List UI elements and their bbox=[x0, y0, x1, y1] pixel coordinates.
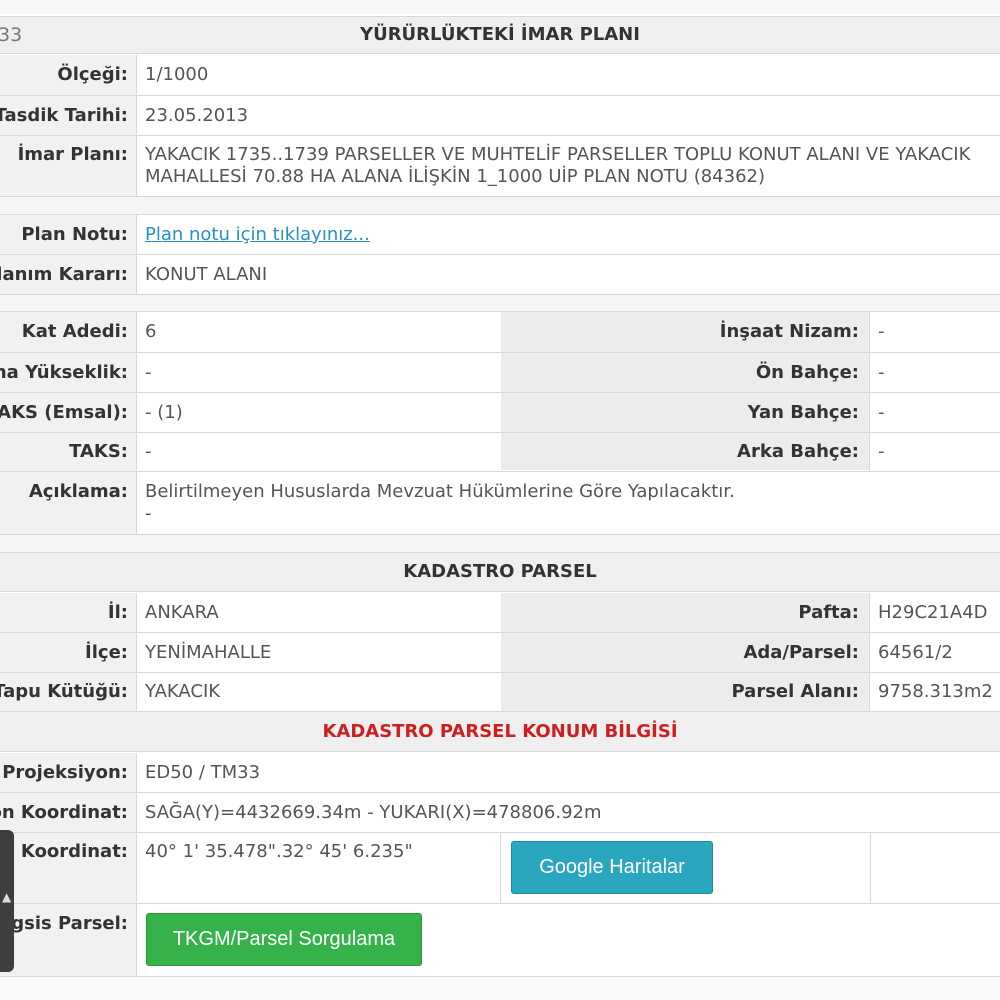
aciklama-label: Açıklama: bbox=[0, 472, 137, 534]
imar-plani-line2: MAHALLESİ 70.88 HA ALANA İLİŞKİN 1_1000 … bbox=[145, 166, 766, 187]
chevron-up-icon: ▲ bbox=[2, 890, 12, 904]
tapu-label: Tapu Kütüğü: bbox=[0, 673, 137, 711]
row-kaks: KAKS (Emsal): - (1) Yan Bahçe: - bbox=[0, 393, 1000, 432]
kaks-label: KAKS (Emsal): bbox=[0, 393, 137, 432]
plan-notu-link[interactable]: Plan notu için tıklayınız... bbox=[145, 224, 370, 245]
il-value: ANKARA bbox=[137, 593, 501, 632]
kat-label: Kat Adedi: bbox=[0, 312, 137, 352]
on-bahce-label: Ön Bahçe: bbox=[660, 353, 870, 392]
cografi-koordinat-value: 40° 1' 35.478".32° 45' 6.235" bbox=[137, 833, 501, 903]
header-code-fragment: 33 bbox=[0, 24, 23, 46]
parsel-alani-value: 9758.313m2 bbox=[870, 673, 1000, 711]
cografi-koordinat-label: Coğrafi Koordinat: bbox=[0, 833, 137, 903]
parsel-alani-label: Parsel Alanı: bbox=[660, 673, 870, 711]
imar-plani-value: YAKACIK 1735..1739 PARSELLER VE MUHTELİF… bbox=[137, 136, 1000, 196]
olcegi-value: 1/1000 bbox=[137, 55, 1000, 95]
arka-bahce-value: - bbox=[870, 433, 1000, 471]
yan-bahce-value: - bbox=[870, 393, 1000, 432]
pafta-label: Pafta: bbox=[660, 593, 870, 632]
row-ilce: İlçe: YENİMAHALLE Ada/Parsel: 64561/2 bbox=[0, 633, 1000, 672]
insaat-value: - bbox=[870, 312, 1000, 352]
imar-plani-line1: YAKACIK 1735..1739 PARSELLER VE MUHTELİF… bbox=[145, 144, 971, 165]
arka-bahce-label: Arka Bahçe: bbox=[660, 433, 870, 471]
spacer bbox=[0, 295, 1000, 312]
tasdik-value: 23.05.2013 bbox=[137, 96, 1000, 135]
kat-value: 6 bbox=[137, 312, 501, 352]
ada-parsel-value: 64561/2 bbox=[870, 633, 1000, 672]
imar-plani-label: İmar Planı: bbox=[0, 136, 137, 196]
row-tapu: Tapu Kütüğü: YAKACIK Parsel Alanı: 9758.… bbox=[0, 673, 1000, 711]
kullanim-label: Kullanım Kararı: bbox=[0, 255, 137, 294]
spacer bbox=[0, 535, 1000, 552]
row-taks: TAKS: - Arka Bahçe: - bbox=[0, 433, 1000, 471]
imar-info-panel: 33 YÜRÜRLÜKTEKİ İMAR PLANI Ölçeği: 1/100… bbox=[0, 0, 1000, 1000]
projeksiyon-value: ED50 / TM33 bbox=[137, 753, 1000, 792]
taks-value: - bbox=[137, 433, 501, 471]
imar-plan-title: YÜRÜRLÜKTEKİ İMAR PLANI bbox=[360, 24, 640, 45]
tasdik-label: Tasdik Tarihi: bbox=[0, 96, 137, 135]
olcegi-label: Ölçeği: bbox=[0, 55, 137, 95]
aciklama-value: Belirtilmeyen Hususlarda Mevzuat Hükümle… bbox=[137, 472, 1000, 534]
empty-cell bbox=[870, 833, 1000, 903]
proj-koordinat-value: SAĞA(Y)=4432669.34m - YUKARI(X)=478806.9… bbox=[137, 793, 1000, 832]
proj-koordinat-label: Projeksiyon Koordinat: bbox=[0, 793, 137, 832]
aciklama-line2: - bbox=[145, 503, 152, 524]
taks-label: TAKS: bbox=[0, 433, 137, 471]
row-projeksiyon: Projeksiyon: ED50 / TM33 bbox=[0, 753, 1000, 792]
il-label: İl: bbox=[0, 593, 137, 632]
yan-bahce-label: Yan Bahçe: bbox=[660, 393, 870, 432]
insaat-label: İnşaat Nizam: bbox=[660, 312, 870, 352]
yukseklik-label: Bina Yükseklik: bbox=[0, 353, 137, 392]
aciklama-line1: Belirtilmeyen Hususlarda Mevzuat Hükümle… bbox=[145, 481, 735, 502]
row-tasdik: Tasdik Tarihi: 23.05.2013 bbox=[0, 96, 1000, 135]
projeksiyon-label: Projeksiyon: bbox=[0, 753, 137, 792]
imar-plan-header: 33 YÜRÜRLÜKTEKİ İMAR PLANI bbox=[0, 16, 1000, 54]
row-yukseklik: Bina Yükseklik: - Ön Bahçe: - bbox=[0, 353, 1000, 392]
row-kullanim: Kullanım Kararı: KONUT ALANI bbox=[0, 255, 1000, 294]
tkgm-label: Tkgm Megsis Parsel: bbox=[0, 904, 137, 976]
konum-header: KADASTRO PARSEL KONUM BİLGİSİ bbox=[0, 711, 1000, 752]
kullanim-value: KONUT ALANI bbox=[137, 255, 1000, 294]
google-maps-button[interactable]: Google Haritalar bbox=[511, 841, 713, 894]
kadastro-header: KADASTRO PARSEL bbox=[0, 552, 1000, 592]
top-strip bbox=[0, 0, 1000, 14]
pafta-value: H29C21A4D bbox=[870, 593, 1000, 632]
kaks-value: - (1) bbox=[137, 393, 501, 432]
tkgm-parsel-sorgulama-button[interactable]: TKGM/Parsel Sorgulama bbox=[146, 913, 422, 966]
ilce-value: YENİMAHALLE bbox=[137, 633, 501, 672]
row-aciklama: Açıklama: Belirtilmeyen Hususlarda Mevzu… bbox=[0, 472, 1000, 534]
row-proj-koordinat: Projeksiyon Koordinat: SAĞA(Y)=4432669.3… bbox=[0, 793, 1000, 832]
row-cografi-koordinat: Coğrafi Koordinat: 40° 1' 35.478".32° 45… bbox=[0, 833, 1000, 903]
on-bahce-value: - bbox=[870, 353, 1000, 392]
spacer bbox=[0, 197, 1000, 215]
yukseklik-value: - bbox=[137, 353, 501, 392]
side-scroll-tab[interactable]: ▲ bbox=[0, 830, 14, 972]
ada-parsel-label: Ada/Parsel: bbox=[660, 633, 870, 672]
bottom-spacer bbox=[0, 977, 1000, 1000]
tapu-value: YAKACIK bbox=[137, 673, 501, 711]
plan-notu-label: Plan Notu: bbox=[0, 215, 137, 254]
row-kat: Kat Adedi: 6 İnşaat Nizam: - bbox=[0, 312, 1000, 352]
row-plan-notu: Plan Notu: Plan notu için tıklayınız... bbox=[0, 215, 1000, 254]
row-imar-plani: İmar Planı: YAKACIK 1735..1739 PARSELLER… bbox=[0, 136, 1000, 196]
ilce-label: İlçe: bbox=[0, 633, 137, 672]
plan-notu-value: Plan notu için tıklayınız... bbox=[137, 215, 1000, 254]
row-olcegi: Ölçeği: 1/1000 bbox=[0, 55, 1000, 95]
row-il: İl: ANKARA Pafta: H29C21A4D bbox=[0, 593, 1000, 632]
